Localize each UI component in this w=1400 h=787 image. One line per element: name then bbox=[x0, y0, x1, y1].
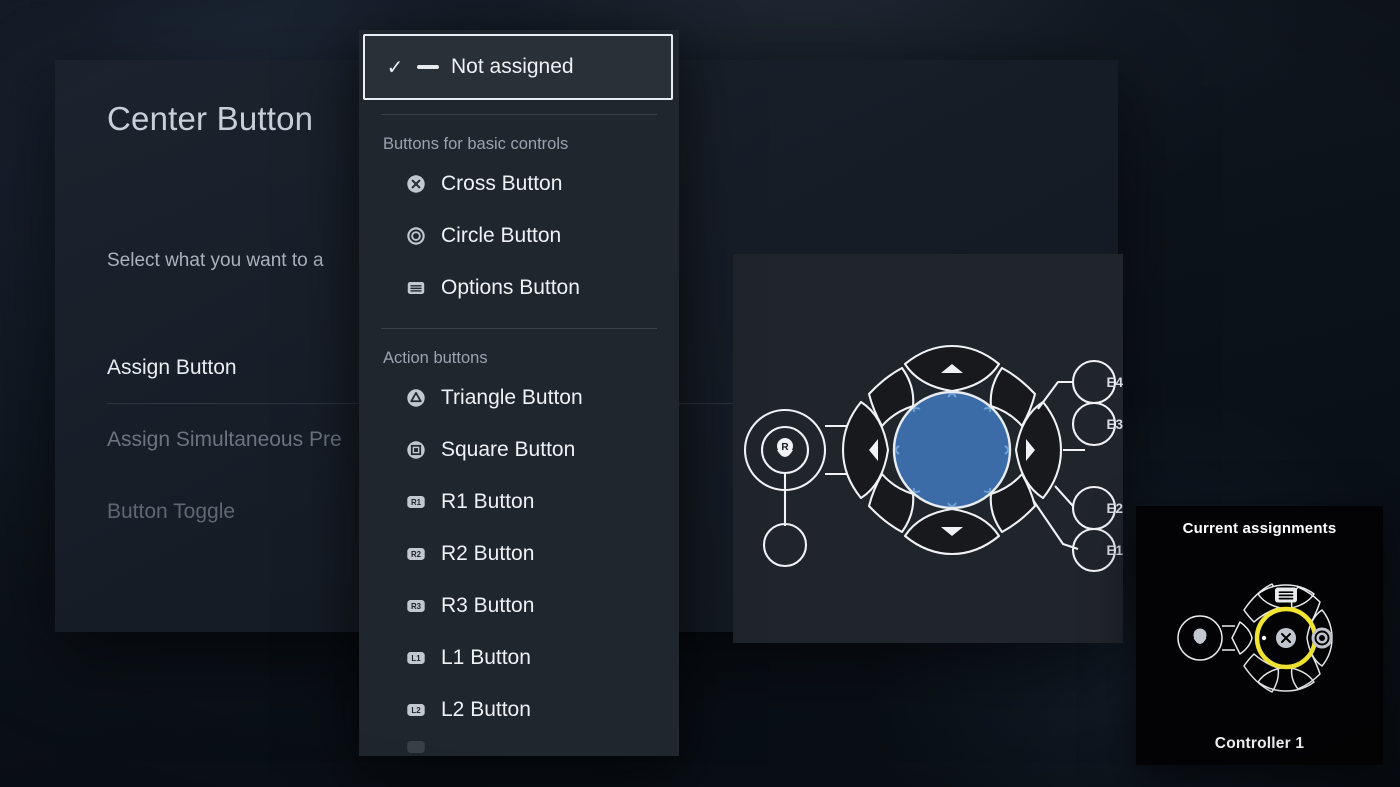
menu-item-label: R2 Button bbox=[441, 542, 535, 565]
page-title: Center Button bbox=[107, 100, 314, 137]
menu-item-circle-button[interactable]: Circle Button bbox=[359, 210, 679, 262]
menu-item-label: L2 Button bbox=[441, 698, 531, 721]
menu-item-partial-next[interactable] bbox=[359, 736, 679, 756]
menu-item-square-button[interactable]: Square Button bbox=[359, 424, 679, 476]
center-button-highlight bbox=[892, 390, 1012, 510]
page-subtitle: Select what you want to a bbox=[107, 250, 324, 271]
svg-text:R2: R2 bbox=[411, 550, 422, 559]
controller-diagram-panel: R E4 E3 E2 E1 bbox=[733, 254, 1123, 643]
mini-petal-left bbox=[1231, 621, 1253, 655]
port-label-e2: E2 bbox=[1106, 501, 1123, 516]
port-connector-e2 bbox=[1054, 485, 1074, 507]
port-label-e1: E1 bbox=[1106, 543, 1123, 558]
svg-text:R3: R3 bbox=[411, 602, 422, 611]
assign-button-dropdown[interactable]: ✓ Not assigned Buttons for basic control… bbox=[359, 30, 679, 756]
stick-icon bbox=[1193, 628, 1207, 644]
menu-item-label: Square Button bbox=[441, 438, 576, 461]
menu-item-l2-button[interactable]: L2 L2 Button bbox=[359, 684, 679, 736]
options-button-icon bbox=[1275, 587, 1297, 603]
access-controller-diagram: R E4 E3 E2 E1 bbox=[743, 344, 1123, 573]
current-assignments-diagram bbox=[1177, 583, 1333, 693]
menu-item-cross-button[interactable]: Cross Button bbox=[359, 158, 679, 210]
option-label: Assign Simultaneous Pre bbox=[107, 428, 342, 451]
svg-text:L2: L2 bbox=[411, 706, 421, 715]
menu-item-label: Not assigned bbox=[451, 55, 574, 78]
menu-item-r1-button[interactable]: R1 R1 Button bbox=[359, 476, 679, 528]
option-label: Assign Button bbox=[107, 356, 237, 379]
menu-item-label: R3 Button bbox=[441, 594, 535, 617]
center-dot-marker bbox=[1261, 635, 1267, 641]
menu-item-label: L1 Button bbox=[441, 646, 531, 669]
stick-base-circle bbox=[762, 522, 808, 568]
dash-icon bbox=[417, 65, 439, 69]
l2-badge-icon: L2 bbox=[407, 704, 425, 716]
option-label: Button Toggle bbox=[107, 500, 236, 523]
menu-item-not-assigned[interactable]: ✓ Not assigned bbox=[363, 34, 673, 100]
check-icon: ✓ bbox=[386, 56, 404, 79]
mini-petal-down bbox=[1257, 666, 1315, 692]
current-assignments-card: Current assignments Controller 1 bbox=[1136, 506, 1383, 765]
menu-item-r2-button[interactable]: R2 R2 Button bbox=[359, 528, 679, 580]
options-button-icon bbox=[407, 282, 425, 294]
triangle-button-icon bbox=[407, 389, 425, 407]
mini-petal-down-left bbox=[1243, 653, 1280, 693]
controller-label: Controller 1 bbox=[1214, 735, 1305, 752]
cross-button-icon bbox=[1276, 628, 1296, 648]
circle-button-icon bbox=[1311, 627, 1333, 649]
r2-badge-icon: R2 bbox=[407, 548, 425, 560]
menu-item-options-button[interactable]: Options Button bbox=[359, 262, 679, 314]
r1-badge-icon: R1 bbox=[407, 496, 425, 508]
square-button-icon bbox=[407, 441, 425, 459]
menu-group-label-basic: Buttons for basic controls bbox=[383, 135, 569, 153]
mini-stick-connector bbox=[1222, 625, 1235, 651]
port-connector-e1 bbox=[1032, 499, 1079, 550]
badge-icon-partial bbox=[407, 741, 425, 753]
menu-item-label bbox=[441, 736, 447, 756]
svg-text:L1: L1 bbox=[411, 654, 421, 663]
menu-item-label: Options Button bbox=[441, 276, 580, 299]
svg-text:R1: R1 bbox=[411, 498, 422, 507]
stick-label: R bbox=[781, 442, 789, 453]
port-label-e4: E4 bbox=[1106, 375, 1123, 390]
menu-item-label: R1 Button bbox=[441, 490, 535, 513]
screen: Center Button Select what you want to a … bbox=[0, 0, 1400, 787]
menu-item-label: Cross Button bbox=[441, 172, 563, 195]
port-label-e3: E3 bbox=[1106, 417, 1123, 432]
menu-item-label: Circle Button bbox=[441, 224, 562, 247]
current-assignments-title: Current assignments bbox=[1182, 520, 1337, 537]
cross-button-icon bbox=[407, 175, 425, 193]
menu-item-l1-button[interactable]: L1 L1 Button bbox=[359, 632, 679, 684]
menu-group-label-action: Action buttons bbox=[383, 349, 488, 367]
menu-item-label: Triangle Button bbox=[441, 386, 583, 409]
r3-badge-icon: R3 bbox=[407, 600, 425, 612]
menu-item-r3-button[interactable]: R3 R3 Button bbox=[359, 580, 679, 632]
menu-item-triangle-button[interactable]: Triangle Button bbox=[359, 372, 679, 424]
l1-badge-icon: L1 bbox=[407, 652, 425, 664]
circle-button-icon bbox=[407, 227, 425, 245]
